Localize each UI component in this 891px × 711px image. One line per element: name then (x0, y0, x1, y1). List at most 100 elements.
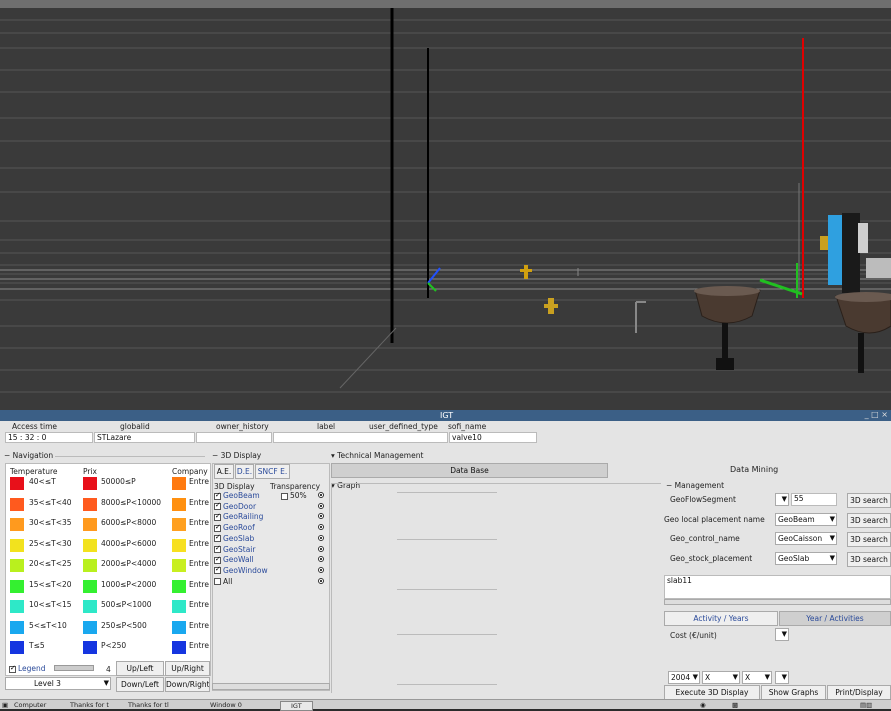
taskbar-item-thanks-1[interactable]: Thanks for t (70, 701, 109, 709)
company-label: Entre (189, 559, 209, 568)
slab-scrollbar[interactable] (664, 599, 891, 605)
dm-row-select-value: GeoBeam (778, 514, 815, 524)
window-titlebar[interactable]: IGT _ □ × (0, 410, 891, 421)
taskbar-item-window[interactable]: Window 0 (210, 701, 242, 709)
taskbar-item-computer[interactable]: Computer (14, 701, 46, 709)
geo-checkbox[interactable]: GeoDoor (214, 501, 256, 511)
company-swatch (172, 477, 186, 490)
geo-radio[interactable] (318, 566, 324, 573)
geo-checkbox[interactable]: GeoStair (214, 544, 256, 554)
tab-year-activities[interactable]: Year / Activities (779, 611, 891, 626)
geo-checkbox-label: GeoRailing (223, 512, 264, 522)
3d-display-scrollbar[interactable] (212, 683, 330, 690)
dm-row-select[interactable]: GeoSlab ▼ (775, 551, 837, 565)
checkbox-box (214, 512, 221, 521)
3d-viewport[interactable] (0, 8, 891, 410)
chevron-down-icon: ▼ (829, 514, 835, 523)
price-swatch (83, 518, 97, 531)
geo-checkbox[interactable]: GeoWall (214, 555, 254, 564)
top-panel-bar (0, 0, 891, 8)
tab-sncf[interactable]: SNCF E. (255, 464, 290, 479)
owner-history-value[interactable] (196, 432, 272, 443)
checkbox-box (214, 544, 221, 553)
workspace-switcher-icon[interactable]: ▤▥ (860, 701, 872, 709)
legend-checkbox[interactable]: Legend (9, 664, 46, 673)
database-button[interactable]: Data Base (331, 463, 608, 478)
price-label: 2000≤P<4000 (101, 559, 157, 568)
down-right-button[interactable]: Down/Right (165, 677, 210, 692)
company-label: Entre (189, 641, 209, 650)
dm-3d-search-button[interactable]: 3D search (847, 551, 891, 567)
print-display-button[interactable]: Print/Display (827, 685, 891, 700)
price-label: 1000≤P<2000 (101, 579, 157, 589)
label-value[interactable] (273, 432, 448, 443)
price-label: 500≤P<1000 (101, 600, 152, 609)
company-swatch (172, 559, 186, 572)
tray-icon[interactable]: ◉ (700, 701, 706, 709)
up-left-button[interactable]: Up/Left (116, 661, 164, 676)
price-label: 8000≤P<10000 (101, 497, 162, 507)
cost-select[interactable]: ▼ (775, 628, 789, 641)
dm-row-select[interactable]: ▼ (775, 493, 789, 506)
dm-row-select[interactable]: GeoBeam ▼ (775, 512, 837, 526)
chevron-down-icon: ▼ (781, 495, 787, 503)
temperature-swatch (10, 497, 24, 511)
geo-checkbox-label: All (223, 576, 233, 586)
tab-ae[interactable]: A.E. (214, 464, 234, 479)
dm-3d-search-button[interactable]: 3D search (847, 493, 891, 508)
level-select[interactable]: Level 3 ▼ (5, 677, 111, 690)
down-left-button[interactable]: Down/Left (116, 677, 164, 692)
technical-title: ▾ Technical Management (331, 451, 424, 460)
x-select-2[interactable]: X ▼ (742, 671, 772, 684)
company-label: Entre (189, 579, 209, 589)
legend-value: 4 (106, 665, 111, 674)
tab-activity-years[interactable]: Activity / Years (664, 611, 778, 626)
window-controls[interactable]: _ □ × (865, 410, 888, 419)
access-time-value[interactable]: 15 : 32 : 0 (5, 432, 93, 443)
geo-checkbox[interactable]: GeoSlab (214, 533, 255, 543)
dm-3d-search-button[interactable]: 3D search (847, 512, 891, 528)
price-label: P<250 (101, 641, 127, 650)
geo-checkbox[interactable]: GeoRoof (214, 523, 255, 532)
geo-checkbox[interactable]: GeoBeam (214, 491, 260, 500)
sofi-name-value[interactable]: valve10 (449, 432, 537, 443)
execute-3d-display-button[interactable]: Execute 3D Display (664, 685, 760, 700)
geo-checkbox-label: GeoSlab (223, 533, 255, 543)
dm-row-label: Geo_stock_placement (670, 553, 753, 563)
checkbox-box (214, 533, 221, 543)
temperature-label: 20<≤T<25 (29, 559, 72, 568)
dm-row-select-value: GeoCaisson (778, 534, 823, 543)
geo-checkbox[interactable]: All (214, 577, 232, 586)
dm-row-select[interactable]: GeoCaisson ▼ (775, 532, 837, 545)
globalid-value[interactable]: STLazare (94, 432, 195, 443)
price-swatch (83, 477, 97, 490)
start-icon[interactable]: ▣ (2, 701, 8, 709)
slab-field[interactable]: slab11 (664, 575, 891, 599)
dm-row-field[interactable]: 55 (791, 493, 837, 506)
transparency-checkbox[interactable]: 50% (281, 491, 307, 500)
up-right-button[interactable]: Up/Right (165, 661, 210, 676)
temperature-label: 30<≤T<35 (29, 518, 72, 527)
x-select-1[interactable]: X ▼ (702, 671, 740, 684)
taskbar-item-igt[interactable]: IGT (280, 701, 313, 711)
show-graphs-button[interactable]: Show Graphs (761, 685, 826, 700)
legend-slider[interactable] (54, 665, 94, 671)
dm-3d-search-button[interactable]: 3D search (847, 532, 891, 547)
geo-checkbox[interactable]: GeoWindow (214, 565, 268, 575)
extra-select[interactable]: ▼ (775, 671, 789, 684)
geo-radio[interactable] (318, 577, 324, 584)
checkbox-box (214, 555, 221, 564)
geo-radio[interactable] (318, 492, 324, 498)
tab-de[interactable]: D.E. (235, 464, 254, 479)
3d-display-title: − 3D Display (212, 451, 262, 460)
geo-radio[interactable] (318, 534, 324, 541)
company-swatch (172, 538, 186, 552)
year-select[interactable]: 2004 ▼ (668, 671, 700, 684)
geo-checkbox-label: GeoStair (223, 544, 256, 554)
geo-radio[interactable] (318, 502, 324, 509)
tray-icon-2[interactable]: ▩ (732, 701, 738, 709)
company-swatch (172, 620, 186, 634)
taskbar-item-thanks-2[interactable]: Thanks for tl (128, 701, 169, 709)
geo-checkbox[interactable]: GeoRailing (214, 512, 263, 521)
geo-radio[interactable] (318, 545, 324, 552)
